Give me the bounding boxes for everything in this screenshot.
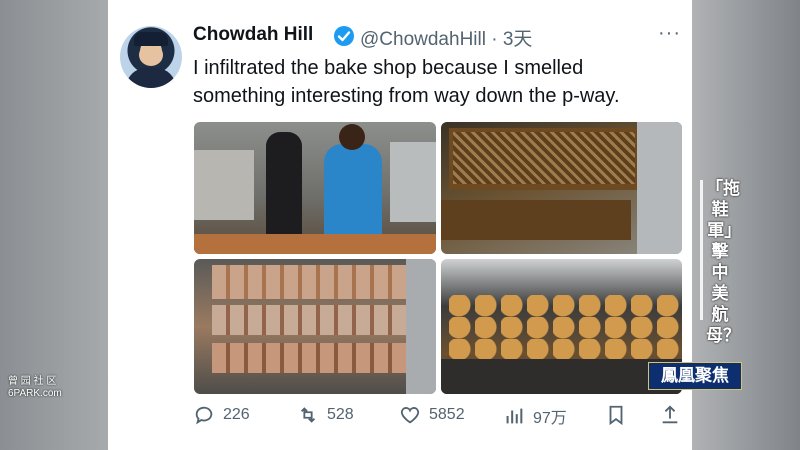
kitchen-mixer <box>390 142 436 222</box>
reply-count: 226 <box>223 406 250 423</box>
tweet-text-line-2: something interesting from way down the … <box>193 85 620 107</box>
like-count: 5852 <box>429 406 465 423</box>
retweet-button[interactable]: 528 <box>297 404 354 426</box>
rack-shadow <box>441 359 682 394</box>
rack-frame <box>406 259 436 394</box>
worker-head <box>339 124 365 150</box>
kitchen-floor <box>194 234 436 254</box>
muffins-rack-photo[interactable] <box>441 259 682 394</box>
views-button[interactable]: 97万 <box>503 404 567 428</box>
retweet-icon <box>300 407 316 423</box>
vertical-caption: 「拖鞋軍」擊中美航母？ <box>706 179 740 345</box>
reply-icon <box>195 406 213 425</box>
tweet-text-line-1: I infiltrated the bake shop because I sm… <box>193 57 584 79</box>
avatar-cap <box>134 32 168 46</box>
tweet-actions: 226 528 5852 97万 <box>193 404 683 432</box>
rolls-tray-3 <box>212 343 408 373</box>
muffins-tray <box>449 295 679 359</box>
kitchen-shelf <box>194 150 254 220</box>
rack-frame <box>637 122 682 254</box>
cinnamon-rolls-rack-photo[interactable] <box>194 259 436 394</box>
share-button[interactable] <box>659 404 689 426</box>
rolls-tray-1 <box>212 265 408 299</box>
view-count: 97万 <box>533 410 567 427</box>
sheet-cake-rack-photo[interactable] <box>441 122 682 254</box>
more-options-icon[interactable]: ··· <box>658 22 681 45</box>
profile-avatar[interactable] <box>120 26 182 88</box>
bookmark-button[interactable] <box>605 404 635 426</box>
sheet-cake-lower <box>441 200 631 240</box>
display-name[interactable]: Chowdah Hill <box>193 24 313 46</box>
tweet-text: I infiltrated the bake shop because I sm… <box>193 54 683 110</box>
share-icon <box>662 405 678 424</box>
broadcaster-logo: 鳳凰聚焦 <box>648 362 742 390</box>
retweet-count: 528 <box>327 406 354 423</box>
rolls-tray-2 <box>212 305 408 335</box>
handle-and-time[interactable]: @ChowdahHill · 3天 <box>360 24 532 51</box>
verified-badge-icon <box>334 26 354 46</box>
bookmark-icon <box>609 405 623 426</box>
reply-button[interactable]: 226 <box>193 404 250 426</box>
caption-accent-bar <box>700 180 703 320</box>
avatar-uniform <box>126 68 176 88</box>
watermark-line-2: 6PARK.com <box>8 388 62 399</box>
nut-topping <box>453 132 635 184</box>
watermark: 曾 园 社 区 6PARK.com <box>8 376 62 400</box>
bar-chart-icon <box>506 408 523 424</box>
watermark-line-1: 曾 园 社 区 <box>8 376 57 387</box>
avatar-face <box>139 44 163 66</box>
like-button[interactable]: 5852 <box>399 404 465 426</box>
heart-icon <box>400 407 420 424</box>
kitchen-staff-photo[interactable] <box>194 122 436 254</box>
